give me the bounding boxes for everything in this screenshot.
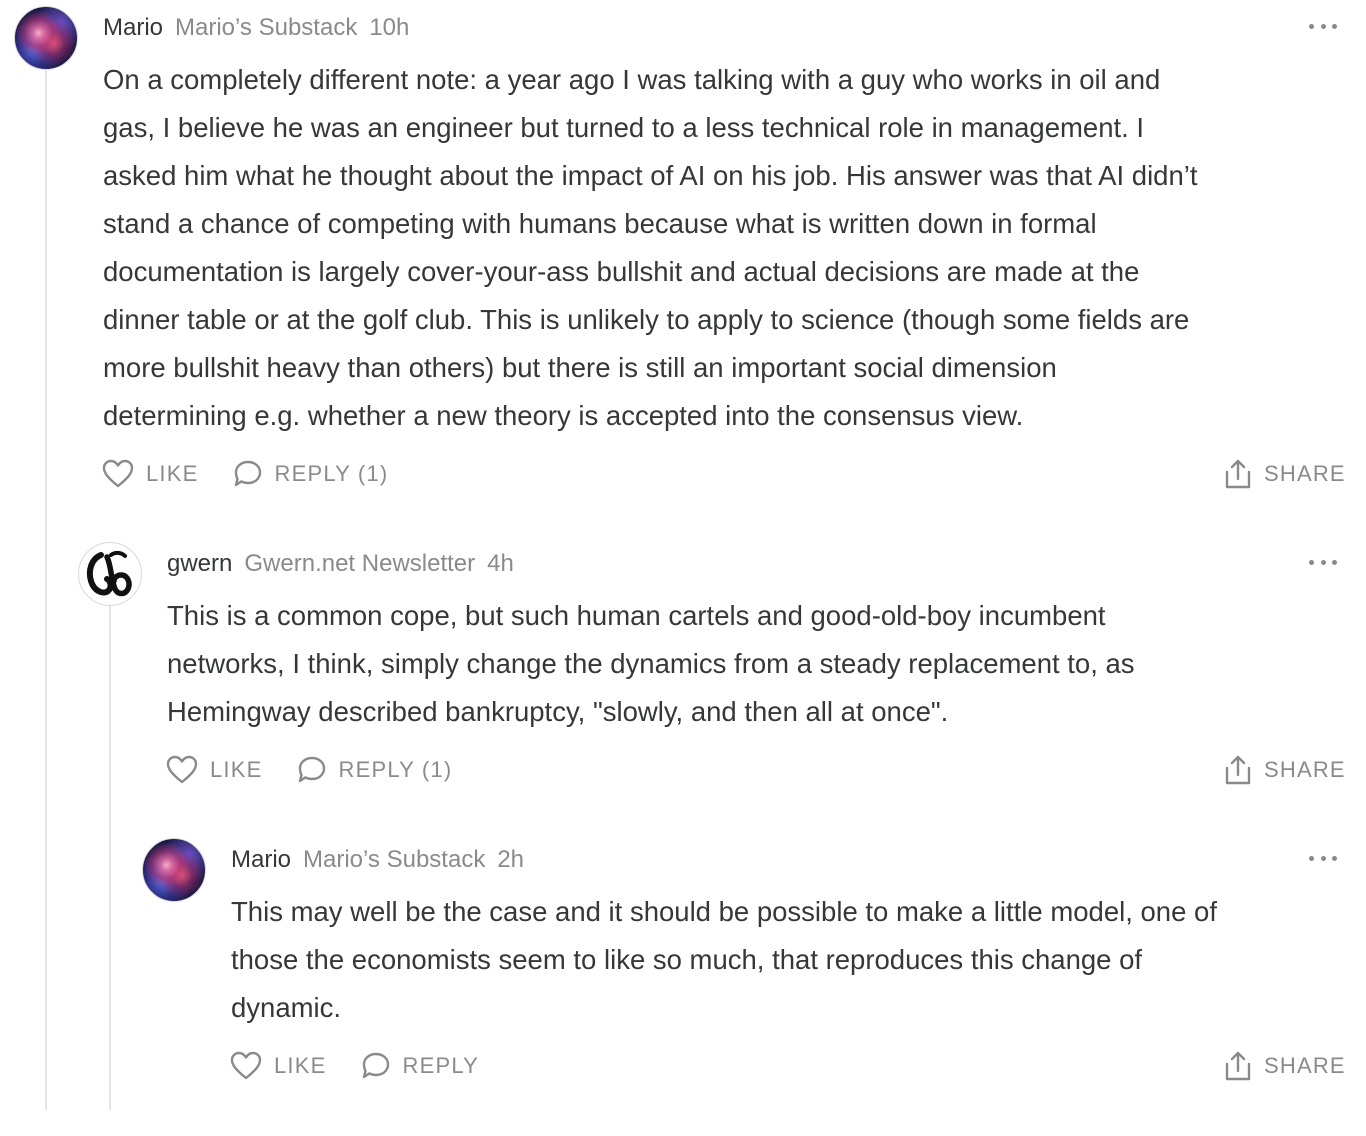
comment-line: Hemingway described bankruptcy, "slowly,… [167,696,949,727]
avatar[interactable] [14,6,78,70]
comment-line: dinner table or at the golf club. This i… [103,304,1190,335]
comment-line: asked him what he thought about the impa… [103,160,1198,191]
comment-line: those the economists seem to like so muc… [231,944,1143,975]
comment-line: more bullshit heavy than others) but the… [103,352,1057,383]
publication-name[interactable]: Mario’s Substack [303,845,485,875]
comment-line: On a completely different note: a year a… [103,64,1161,95]
heart-icon [102,459,134,488]
comment-actions: LIKE REPLY (1) [166,752,452,788]
dot-icon [1332,23,1337,29]
comment-actions: LIKE REPLY (1) [102,456,388,492]
share-icon [1225,459,1251,489]
gwern-logo-icon [86,550,132,597]
comment-body: On a completely different note: a year a… [103,56,1198,440]
comment-line: dynamic. [231,992,342,1023]
thread-line-reply [109,606,111,1110]
avatar[interactable] [78,542,142,606]
comment-body: This is a common cope, but such human ca… [167,592,1135,736]
like-button[interactable]: LIKE [102,459,199,489]
share-icon [1225,755,1251,785]
like-button[interactable]: LIKE [166,755,263,785]
speech-bubble-icon [234,460,261,487]
dot-icon [1309,855,1314,861]
dot-icon [1332,855,1337,861]
reply-label: REPLY (1) [274,461,389,486]
author-name[interactable]: Mario [231,845,291,875]
comment-line: determining e.g. whether a new theory is… [103,400,1024,431]
heart-icon [230,1051,262,1080]
timestamp[interactable]: 2h [497,845,524,875]
comment-meta: Mario Mario’s Substack 10h [103,13,409,43]
more-options-button[interactable] [1309,21,1337,31]
like-label: LIKE [210,757,263,782]
comment-meta: gwern Gwern.net Newsletter 4h [167,549,514,579]
avatar[interactable] [142,838,206,902]
reply-button[interactable]: REPLY (1) [297,755,453,785]
reply-button[interactable]: REPLY (1) [233,459,389,489]
comment-line: documentation is largely cover-your-ass … [103,256,1140,287]
share-label: SHARE [1264,757,1346,782]
dot-icon [1320,855,1326,861]
comment-line: This is a common cope, but such human ca… [167,600,1106,631]
comment-meta: Mario Mario’s Substack 2h [231,845,524,875]
timestamp[interactable]: 4h [487,549,514,579]
dot-icon [1332,559,1337,565]
more-options-button[interactable] [1309,557,1337,567]
share-icon [1225,1051,1251,1081]
reply-label: REPLY [402,1053,480,1078]
author-name[interactable]: Mario [103,13,163,43]
thread-line-root [45,70,47,1110]
speech-bubble-icon [362,1052,389,1079]
timestamp[interactable]: 10h [369,13,409,43]
comment-line: networks, I think, simply change the dyn… [167,648,1135,679]
comment-actions: LIKE REPLY [230,1048,479,1084]
heart-icon [166,755,198,784]
comment-line: stand a chance of competing with humans … [103,208,1097,239]
comment-line: This may well be the case and it should … [231,896,1217,927]
reply-label: REPLY (1) [338,757,453,782]
share-button[interactable]: SHARE [1224,456,1346,492]
share-label: SHARE [1264,1053,1346,1078]
more-options-button[interactable] [1309,853,1337,863]
share-button[interactable]: SHARE [1224,752,1346,788]
dot-icon [1320,559,1326,565]
reply-button[interactable]: REPLY [361,1051,480,1081]
dot-icon [1320,23,1326,29]
dot-icon [1309,23,1314,29]
dot-icon [1309,559,1314,565]
publication-name[interactable]: Gwern.net Newsletter [244,549,475,579]
like-label: LIKE [274,1053,327,1078]
publication-name[interactable]: Mario’s Substack [175,13,357,43]
share-button[interactable]: SHARE [1224,1048,1346,1084]
comment-line: gas, I believe he was an engineer but tu… [103,112,1145,143]
like-button[interactable]: LIKE [230,1051,327,1081]
share-label: SHARE [1264,461,1346,486]
author-name[interactable]: gwern [167,549,232,579]
like-label: LIKE [146,461,199,486]
comment-body: This may well be the case and it should … [231,888,1217,1032]
comment-thread: Mario Mario’s Substack 10h On a complete… [0,0,1366,1136]
speech-bubble-icon [298,756,325,783]
